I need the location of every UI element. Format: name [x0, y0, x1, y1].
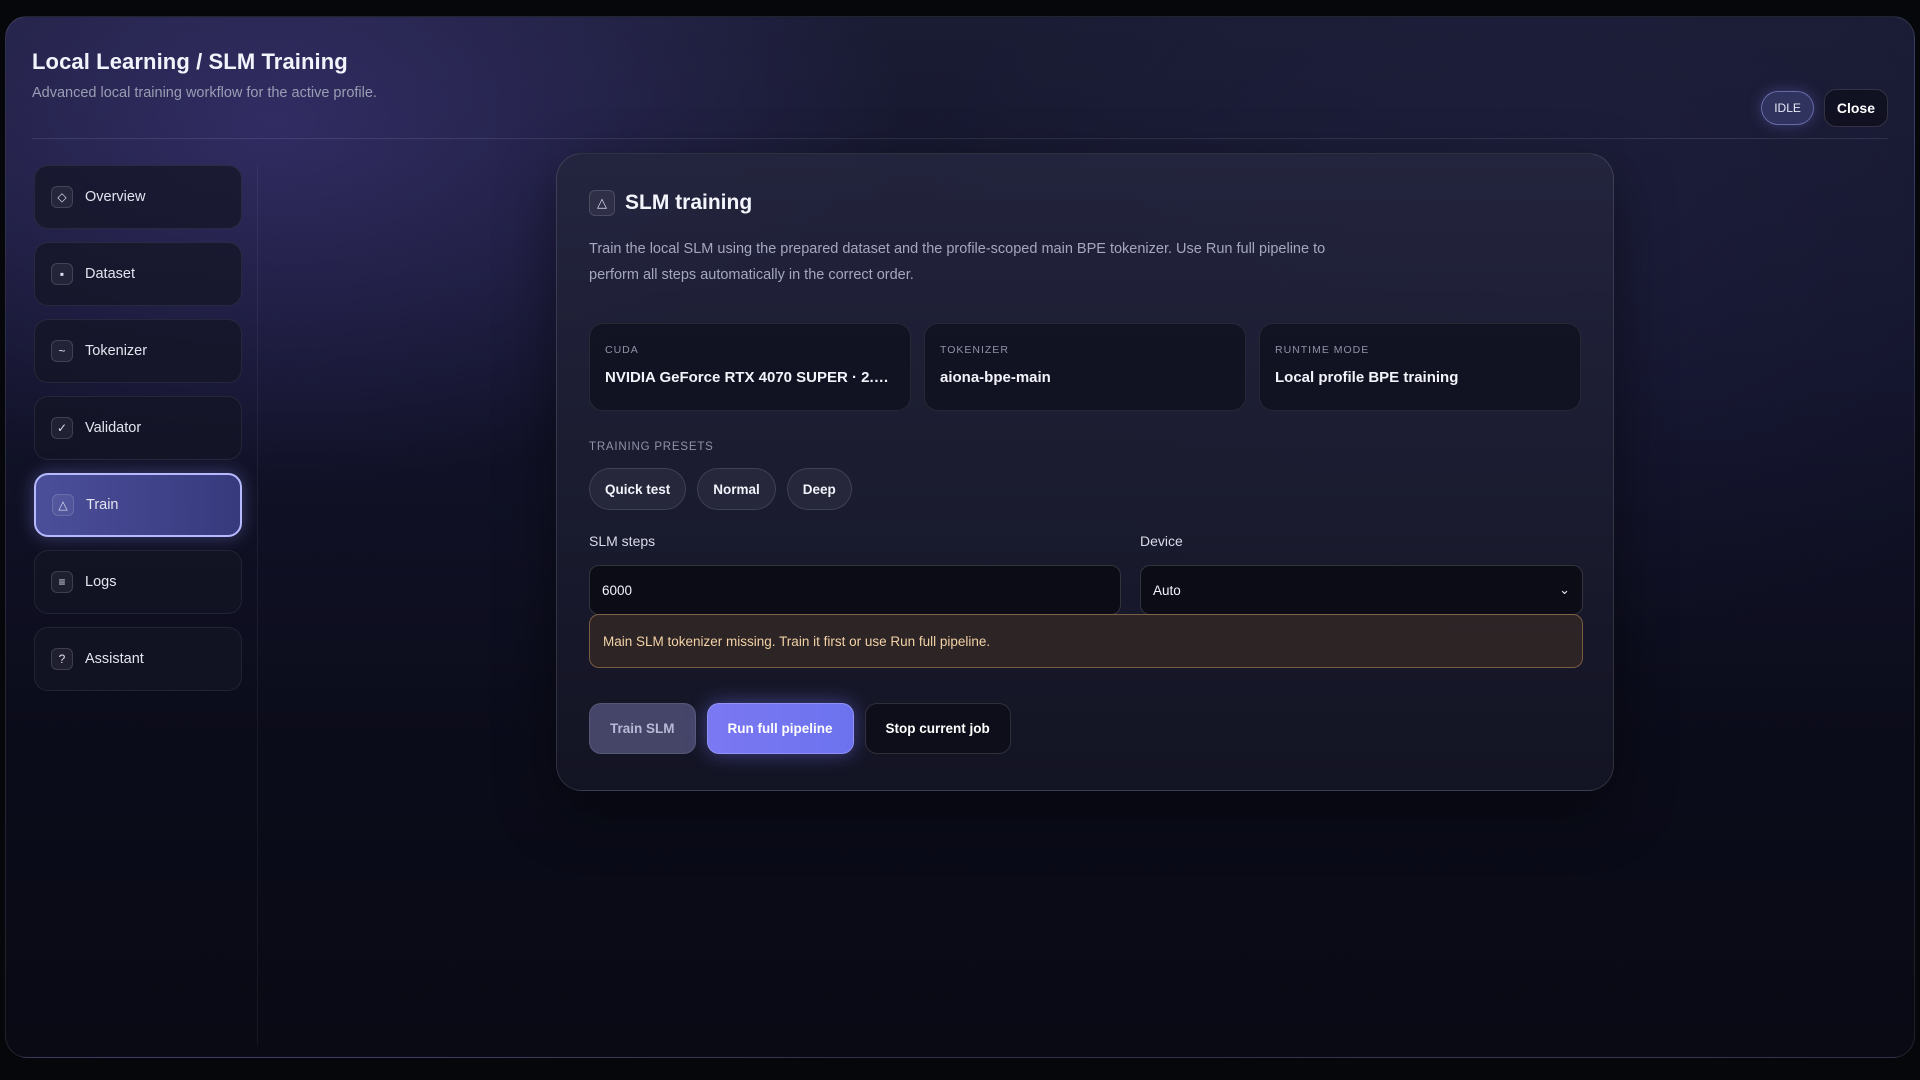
- sidebar-item-label: Logs: [85, 574, 117, 590]
- chevron-down-icon: ⌄: [1559, 582, 1570, 597]
- stop-current-job-button[interactable]: Stop current job: [864, 703, 1011, 754]
- info-value: NVIDIA GeForce RTX 4070 SUPER · 2.5.1...: [605, 369, 895, 386]
- panel-header: △ SLM training: [589, 190, 752, 216]
- run-full-pipeline-button[interactable]: Run full pipeline: [706, 703, 854, 754]
- app-window: Local Learning / SLM Training Advanced l…: [5, 16, 1915, 1058]
- sidebar-item-label: Validator: [85, 420, 142, 436]
- info-label: RUNTIME MODE: [1275, 344, 1370, 356]
- sidebar: ◇ Overview ▪ Dataset ~ Tokenizer ✓ Valid…: [34, 165, 258, 1045]
- panel-title: SLM training: [625, 191, 753, 214]
- train-slm-button[interactable]: Train SLM: [589, 703, 696, 754]
- device-select-value: Auto: [1153, 582, 1181, 598]
- triangle-icon: △: [52, 494, 74, 516]
- status-badge: IDLE: [1761, 91, 1814, 125]
- lines-icon: ≡: [51, 571, 73, 593]
- action-bar: Train SLM Run full pipeline Stop current…: [589, 703, 1011, 754]
- sidebar-item-label: Train: [86, 497, 119, 513]
- info-value: Local profile BPE training: [1275, 369, 1459, 386]
- slm-training-panel: △ SLM training Train the local SLM using…: [556, 153, 1614, 791]
- sidebar-item-tokenizer[interactable]: ~ Tokenizer: [34, 319, 242, 383]
- cuda-info-card: CUDA NVIDIA GeForce RTX 4070 SUPER · 2.5…: [589, 323, 911, 411]
- sidebar-item-assistant[interactable]: ? Assistant: [34, 627, 242, 691]
- sidebar-item-label: Tokenizer: [85, 343, 148, 359]
- header-actions: IDLE Close: [1761, 89, 1888, 127]
- diamond-icon: ◇: [51, 186, 73, 208]
- device-label: Device: [1140, 533, 1183, 549]
- triangle-icon: △: [589, 190, 615, 216]
- sidebar-item-train[interactable]: △ Train: [34, 473, 242, 537]
- page-title: Local Learning / SLM Training: [32, 49, 348, 74]
- presets-label: TRAINING PRESETS: [589, 441, 714, 453]
- tokenizer-info-card: TOKENIZER aiona-bpe-main: [924, 323, 1246, 411]
- sidebar-item-logs[interactable]: ≡ Logs: [34, 550, 242, 614]
- info-label: TOKENIZER: [940, 344, 1009, 356]
- info-label: CUDA: [605, 344, 639, 356]
- slm-steps-label: SLM steps: [589, 533, 656, 549]
- device-select[interactable]: Auto ⌄: [1140, 565, 1583, 615]
- preset-quick-test-button[interactable]: Quick test: [589, 468, 687, 510]
- sidebar-item-validator[interactable]: ✓ Validator: [34, 396, 242, 460]
- slm-steps-input[interactable]: 6000: [589, 565, 1121, 615]
- check-icon: ✓: [51, 417, 73, 439]
- tokenizer-warning: Main SLM tokenizer missing. Train it fir…: [589, 614, 1583, 668]
- sidebar-item-label: Overview: [85, 189, 146, 205]
- square-icon: ▪: [51, 263, 73, 285]
- runtime-mode-info-card: RUNTIME MODE Local profile BPE training: [1259, 323, 1581, 411]
- sidebar-item-dataset[interactable]: ▪ Dataset: [34, 242, 242, 306]
- wave-icon: ~: [51, 340, 73, 362]
- info-value: aiona-bpe-main: [940, 369, 1051, 386]
- preset-normal-button[interactable]: Normal: [697, 468, 776, 510]
- question-icon: ?: [51, 648, 73, 670]
- sidebar-item-label: Dataset: [85, 266, 135, 282]
- sidebar-item-label: Assistant: [85, 651, 144, 667]
- sidebar-item-overview[interactable]: ◇ Overview: [34, 165, 242, 229]
- preset-deep-button[interactable]: Deep: [786, 468, 852, 510]
- presets-group: Quick test Normal Deep: [589, 468, 852, 510]
- page-subtitle: Advanced local training workflow for the…: [32, 85, 377, 101]
- info-row: CUDA NVIDIA GeForce RTX 4070 SUPER · 2.5…: [589, 323, 1581, 411]
- panel-description: Train the local SLM using the prepared d…: [589, 241, 1326, 283]
- close-button[interactable]: Close: [1823, 89, 1888, 127]
- header: Local Learning / SLM Training Advanced l…: [32, 49, 1888, 139]
